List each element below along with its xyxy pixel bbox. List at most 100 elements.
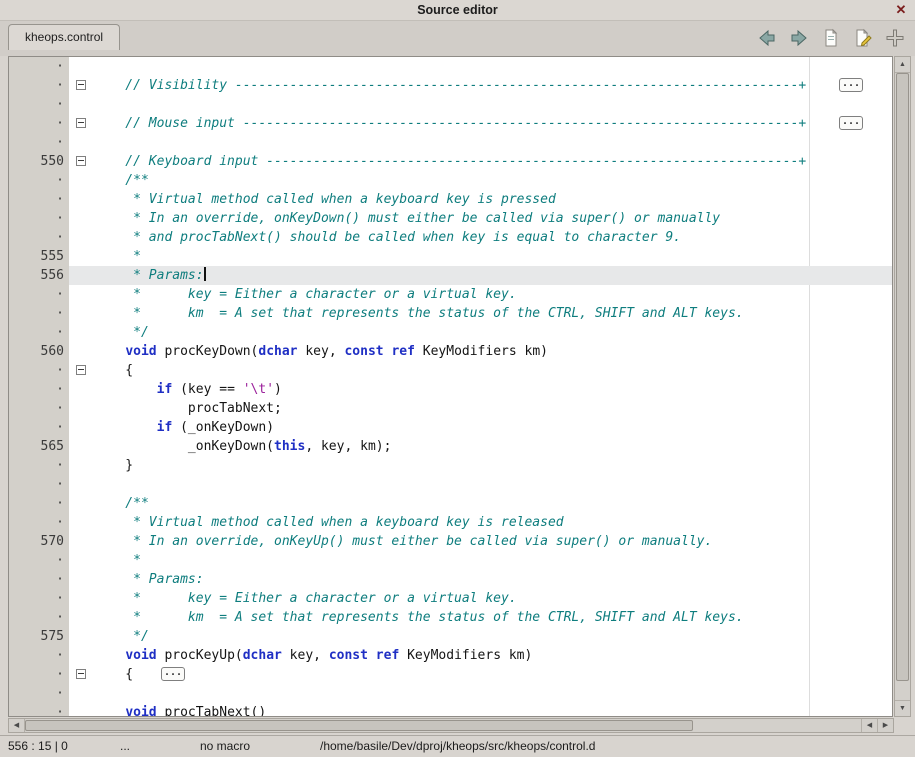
fold-column bbox=[69, 361, 94, 380]
line-number: 575 bbox=[9, 627, 69, 646]
line-number: 570 bbox=[9, 532, 69, 551]
code-line[interactable]: · procTabNext; bbox=[9, 399, 892, 418]
code-line[interactable]: · void procTabNext() bbox=[9, 703, 892, 717]
code-line[interactable]: 555 * bbox=[9, 247, 892, 266]
code-line[interactable]: · void procKeyUp(dchar key, const ref Ke… bbox=[9, 646, 892, 665]
line-number: · bbox=[9, 323, 69, 342]
document-page-icon[interactable] bbox=[820, 27, 841, 48]
code-line[interactable]: · bbox=[9, 475, 892, 494]
code-text: * and procTabNext() should be called whe… bbox=[94, 228, 892, 247]
code-line[interactable]: · * Params: bbox=[9, 570, 892, 589]
code-text: /** bbox=[94, 171, 892, 190]
code-line[interactable]: · /** bbox=[9, 171, 892, 190]
code-text: * km = A set that represents the status … bbox=[94, 304, 892, 323]
code-text: // Visibility --------------------------… bbox=[94, 76, 892, 95]
code-line[interactable]: · bbox=[9, 684, 892, 703]
code-line[interactable]: · * In an override, onKeyDown() must eit… bbox=[9, 209, 892, 228]
code-line[interactable]: 575 */ bbox=[9, 627, 892, 646]
vertical-scrollbar-thumb[interactable] bbox=[896, 73, 909, 681]
scroll-right-icon[interactable]: ▶ bbox=[877, 719, 893, 732]
fold-column bbox=[69, 570, 94, 589]
code-text: { bbox=[94, 665, 892, 684]
forward-arrow-icon[interactable] bbox=[788, 27, 809, 48]
pin-cross-icon[interactable] bbox=[884, 27, 905, 48]
line-number: · bbox=[9, 133, 69, 152]
folded-region-box[interactable]: ... bbox=[161, 667, 185, 681]
fold-toggle-icon[interactable] bbox=[76, 365, 86, 375]
code-text: * km = A set that represents the status … bbox=[94, 608, 892, 627]
horizontal-scrollbar[interactable]: ◀ ◀ ▶ bbox=[8, 718, 894, 733]
code-text: * In an override, onKeyDown() must eithe… bbox=[94, 209, 892, 228]
code-line[interactable]: · * Virtual method called when a keyboar… bbox=[9, 513, 892, 532]
code-line[interactable]: · {... bbox=[9, 665, 892, 684]
code-line[interactable]: · bbox=[9, 95, 892, 114]
close-icon[interactable]: ✕ bbox=[893, 0, 909, 20]
line-number: · bbox=[9, 646, 69, 665]
fold-column bbox=[69, 665, 94, 684]
fold-column bbox=[69, 494, 94, 513]
line-number: · bbox=[9, 665, 69, 684]
line-number: · bbox=[9, 228, 69, 247]
caret-position: 556 : 15 | 0 bbox=[8, 736, 68, 756]
code-line[interactable]: · * bbox=[9, 551, 892, 570]
code-line[interactable]: · /** bbox=[9, 494, 892, 513]
horizontal-scrollbar-thumb[interactable] bbox=[25, 720, 693, 731]
code-line[interactable]: · // Visibility ------------------------… bbox=[9, 76, 892, 95]
code-line[interactable]: · */ bbox=[9, 323, 892, 342]
code-line[interactable]: · * km = A set that represents the statu… bbox=[9, 304, 892, 323]
code-line[interactable]: · * key = Either a character or a virtua… bbox=[9, 589, 892, 608]
tab-bar: kheops.control bbox=[0, 21, 915, 56]
fold-column bbox=[69, 152, 94, 171]
fold-toggle-icon[interactable] bbox=[76, 669, 86, 679]
scroll-left-icon[interactable]: ◀ bbox=[9, 719, 25, 732]
code-line[interactable]: · // Mouse input -----------------------… bbox=[9, 114, 892, 133]
code-text: // Keyboard input ----------------------… bbox=[94, 152, 892, 171]
fold-toggle-icon[interactable] bbox=[76, 156, 86, 166]
scroll-up-icon[interactable]: ▲ bbox=[895, 57, 910, 73]
folded-region-box[interactable]: ... bbox=[839, 78, 863, 92]
scroll-left-end-icon[interactable]: ◀ bbox=[861, 719, 877, 732]
code-line[interactable]: · { bbox=[9, 361, 892, 380]
source-editor[interactable]: ·· // Visibility -----------------------… bbox=[8, 56, 893, 717]
fold-column bbox=[69, 589, 94, 608]
line-number: · bbox=[9, 589, 69, 608]
code-line[interactable]: · if (_onKeyDown) bbox=[9, 418, 892, 437]
fold-column bbox=[69, 342, 94, 361]
line-number: 556 bbox=[9, 266, 69, 285]
line-number: 555 bbox=[9, 247, 69, 266]
line-number: · bbox=[9, 209, 69, 228]
code-text: * Virtual method called when a keyboard … bbox=[94, 513, 892, 532]
fold-column bbox=[69, 684, 94, 703]
fold-column bbox=[69, 608, 94, 627]
document-edit-icon[interactable] bbox=[852, 27, 873, 48]
vertical-scrollbar[interactable]: ▲ ▼ bbox=[894, 56, 911, 717]
fold-column bbox=[69, 266, 94, 285]
code-line[interactable]: 560 void procKeyDown(dchar key, const re… bbox=[9, 342, 892, 361]
fold-column bbox=[69, 456, 94, 475]
code-line[interactable]: 556 * Params: bbox=[9, 266, 892, 285]
code-line[interactable]: · if (key == '\t') bbox=[9, 380, 892, 399]
fold-toggle-icon[interactable] bbox=[76, 118, 86, 128]
tab-kheops-control[interactable]: kheops.control bbox=[8, 24, 120, 50]
code-line[interactable]: · bbox=[9, 133, 892, 152]
code-line[interactable]: · } bbox=[9, 456, 892, 475]
scroll-down-icon[interactable]: ▼ bbox=[895, 700, 910, 716]
back-arrow-icon[interactable] bbox=[756, 27, 777, 48]
folded-region-box[interactable]: ... bbox=[839, 116, 863, 130]
fold-column bbox=[69, 513, 94, 532]
code-line[interactable]: · * key = Either a character or a virtua… bbox=[9, 285, 892, 304]
code-line[interactable]: · * and procTabNext() should be called w… bbox=[9, 228, 892, 247]
code-text: _onKeyDown(this, key, km); bbox=[94, 437, 892, 456]
code-area[interactable]: ·· // Visibility -----------------------… bbox=[9, 57, 892, 717]
line-number: 560 bbox=[9, 342, 69, 361]
code-line[interactable]: · * km = A set that represents the statu… bbox=[9, 608, 892, 627]
code-line[interactable]: 570 * In an override, onKeyUp() must eit… bbox=[9, 532, 892, 551]
code-line[interactable]: 550 // Keyboard input ------------------… bbox=[9, 152, 892, 171]
code-line[interactable]: · bbox=[9, 57, 892, 76]
status-bar: 556 : 15 | 0 ... no macro /home/basile/D… bbox=[0, 735, 915, 757]
code-line[interactable]: 565 _onKeyDown(this, key, km); bbox=[9, 437, 892, 456]
code-text: * key = Either a character or a virtual … bbox=[94, 589, 892, 608]
code-line[interactable]: · * Virtual method called when a keyboar… bbox=[9, 190, 892, 209]
fold-toggle-icon[interactable] bbox=[76, 80, 86, 90]
line-number: · bbox=[9, 418, 69, 437]
